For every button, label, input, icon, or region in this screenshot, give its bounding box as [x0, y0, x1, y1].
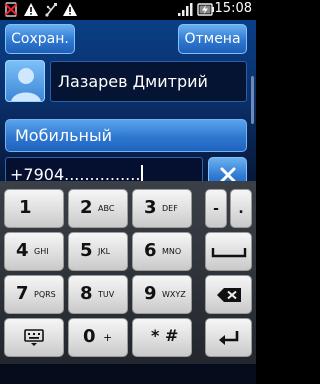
battery-charging-icon [197, 3, 214, 16]
key-3[interactable]: 3 DEF [132, 189, 192, 228]
status-time: 15:08 [214, 1, 252, 16]
key-2[interactable]: 2 ABC [68, 189, 128, 228]
save-button[interactable]: Сохран. [5, 24, 75, 54]
dial-keypad: 1 2 ABC 3 DEF - . 4 GHI 5 JKL 6 MNO 7 PQ… [0, 181, 256, 364]
key-3-letters: DEF [162, 204, 178, 213]
no-sim-icon [4, 2, 18, 17]
keyboard-icon [24, 328, 44, 346]
contact-photo-button[interactable] [5, 60, 45, 102]
key-4[interactable]: 4 GHI [4, 232, 64, 271]
key-dot[interactable]: . [230, 189, 252, 228]
phone-type-selector[interactable]: Мобильный [5, 119, 247, 152]
key-dash[interactable]: - [205, 189, 227, 228]
key-dot-label: . [238, 200, 244, 217]
signal-icon [178, 3, 193, 16]
contact-name-field[interactable]: Лазарев Дмитрий [50, 61, 247, 102]
key-7-digit: 7 [16, 283, 29, 304]
key-star-hash[interactable]: * # [132, 318, 192, 357]
key-1-digit: 1 [19, 197, 32, 218]
key-6[interactable]: 6 MNO [132, 232, 192, 271]
keyboard-switch-key[interactable] [4, 318, 64, 357]
enter-icon [218, 330, 238, 345]
key-8-digit: 8 [80, 283, 93, 304]
key-0-digit: 0 [83, 326, 96, 347]
scrollbar[interactable] [251, 76, 254, 124]
cancel-button[interactable]: Отмена [178, 24, 247, 54]
space-icon [211, 247, 246, 257]
key-4-letters: GHI [34, 247, 49, 256]
key-dash-label: - [213, 200, 219, 217]
key-8[interactable]: 8 TUV [68, 275, 128, 314]
backspace-key[interactable] [205, 275, 252, 314]
key-1[interactable]: 1 [4, 189, 64, 228]
key-5-letters: JKL [98, 247, 111, 256]
key-9[interactable]: 9 WXYZ [132, 275, 192, 314]
key-9-digit: 9 [144, 283, 157, 304]
warning-icon [63, 3, 77, 16]
warning-icon [24, 3, 38, 16]
key-3-digit: 3 [144, 197, 157, 218]
usb-icon [45, 3, 57, 17]
key-2-letters: ABC [98, 204, 115, 213]
key-5-digit: 5 [80, 240, 93, 261]
key-9-letters: WXYZ [162, 290, 186, 299]
person-icon [11, 68, 41, 101]
key-4-digit: 4 [16, 240, 29, 261]
key-0[interactable]: 0 + [68, 318, 128, 357]
key-7[interactable]: 7 PQRS [4, 275, 64, 314]
backspace-icon [216, 287, 241, 302]
key-6-letters: MNO [162, 247, 182, 256]
key-0-letters: + [103, 331, 113, 344]
key-8-letters: TUV [98, 290, 115, 299]
key-6-digit: 6 [144, 240, 157, 261]
status-bar: 15:08 [0, 0, 256, 20]
key-7-letters: PQRS [34, 290, 56, 299]
enter-key[interactable] [205, 318, 252, 357]
key-star-hash-label: * # [151, 326, 179, 345]
space-key[interactable] [205, 232, 252, 271]
key-2-digit: 2 [80, 197, 93, 218]
key-5[interactable]: 5 JKL [68, 232, 128, 271]
